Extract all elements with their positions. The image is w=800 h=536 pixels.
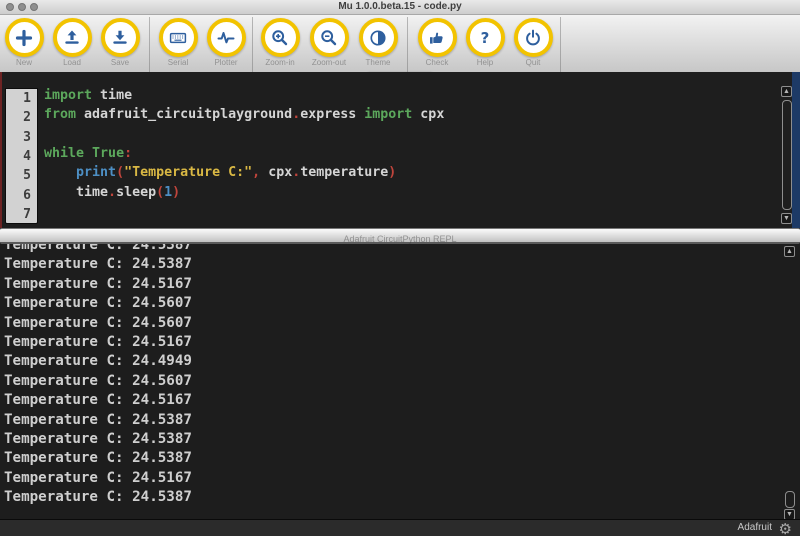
console-line: Temperature C: 24.5167: [4, 469, 780, 488]
console-line: Temperature C: 24.5387: [4, 430, 780, 449]
zoom-out-icon: [320, 29, 338, 47]
zoom-in-button-label: Zoom-in: [258, 58, 302, 67]
quit-button[interactable]: Quit: [511, 18, 555, 72]
editor-scroll-up-icon[interactable]: ▲: [781, 86, 792, 97]
pulse-icon: [217, 29, 235, 47]
console-scrollbar-thumb[interactable]: [785, 491, 795, 508]
editor-scroll-down-icon[interactable]: ▼: [781, 213, 792, 224]
serial-console[interactable]: Temperature C: 24.5387Temperature C: 24.…: [0, 244, 800, 519]
mode-label: Adafruit: [738, 522, 772, 533]
console-line: Temperature C: 24.5607: [4, 294, 780, 313]
check-button[interactable]: Check: [415, 18, 459, 72]
plotter-button[interactable]: Plotter: [204, 18, 248, 72]
console-line: Temperature C: 24.5387: [4, 488, 780, 507]
upload-icon: [63, 29, 81, 47]
console-line: Temperature C: 24.5167: [4, 275, 780, 294]
check-button-label: Check: [415, 58, 459, 67]
console-line: Temperature C: 24.5387: [4, 411, 780, 430]
zoom-out-button-label: Zoom-out: [307, 58, 351, 67]
console-line: Temperature C: 24.5167: [4, 333, 780, 352]
line-number: 2: [6, 108, 37, 127]
statusbar: Adafruit ⚙: [0, 519, 800, 536]
thumbs-up-icon: [428, 29, 446, 47]
toolbar-separator: [560, 17, 561, 72]
theme-button[interactable]: Theme: [356, 18, 400, 72]
line-number: 1: [6, 89, 37, 108]
zoom-in-button[interactable]: Zoom-in: [258, 18, 302, 72]
contrast-icon: [369, 29, 387, 47]
code-line: time.sleep(1): [44, 183, 780, 202]
gear-icon[interactable]: ⚙: [779, 520, 792, 536]
keyboard-icon: [169, 29, 187, 47]
code-line: from adafruit_circuitplayground.express …: [44, 105, 780, 124]
code-line: [44, 125, 780, 144]
console-line: Temperature C: 24.5167: [4, 391, 780, 410]
help-button-label: Help: [463, 58, 507, 67]
toolbar-separator: [149, 17, 150, 72]
quit-button-label: Quit: [511, 58, 555, 67]
console-line: Temperature C: 24.5607: [4, 314, 780, 333]
code-text[interactable]: import timefrom adafruit_circuitplaygrou…: [44, 86, 780, 221]
editor-right-edge: [792, 72, 800, 228]
splitter-label: Adafruit CircuitPython REPL: [343, 234, 456, 244]
console-scroll-down-icon[interactable]: ▼: [784, 509, 795, 519]
zoom-in-icon: [271, 29, 289, 47]
load-button-label: Load: [50, 58, 94, 67]
plus-icon: [15, 29, 33, 47]
line-number: 7: [6, 205, 37, 224]
code-line: [44, 202, 780, 221]
pane-splitter[interactable]: Adafruit CircuitPython REPL: [0, 228, 800, 244]
console-line: Temperature C: 24.5387: [4, 244, 780, 255]
help-button[interactable]: ? Help: [463, 18, 507, 72]
console-scroll-up-icon[interactable]: ▲: [784, 246, 795, 257]
code-line: while True:: [44, 144, 780, 163]
question-icon: ?: [481, 29, 490, 47]
zoom-out-button[interactable]: Zoom-out: [307, 18, 351, 72]
power-icon: [524, 29, 542, 47]
window-title: Mu 1.0.0.beta.15 - code.py: [0, 1, 800, 12]
serial-button-label: Serial: [156, 58, 200, 67]
toolbar-separator: [407, 17, 408, 72]
save-button[interactable]: Save: [98, 18, 142, 72]
load-button[interactable]: Load: [50, 18, 94, 72]
console-line: Temperature C: 24.5387: [4, 255, 780, 274]
download-icon: [111, 29, 129, 47]
editor-scrollbar-thumb[interactable]: [782, 100, 792, 210]
theme-button-label: Theme: [356, 58, 400, 67]
serial-button[interactable]: Serial: [156, 18, 200, 72]
line-number: 5: [6, 166, 37, 185]
code-line: print("Temperature C:", cpx.temperature): [44, 163, 780, 182]
plotter-button-label: Plotter: [204, 58, 248, 67]
new-button-label: New: [2, 58, 46, 67]
new-button[interactable]: New: [2, 18, 46, 72]
console-line: Temperature C: 24.5607: [4, 372, 780, 391]
code-line: import time: [44, 86, 780, 105]
line-number: 6: [6, 186, 37, 205]
console-output: Temperature C: 24.5387Temperature C: 24.…: [4, 244, 780, 507]
line-number: 4: [6, 147, 37, 166]
code-editor[interactable]: 1234567 import timefrom adafruit_circuit…: [0, 72, 800, 228]
console-line: Temperature C: 24.4949: [4, 352, 780, 371]
console-line: Temperature C: 24.5387: [4, 449, 780, 468]
line-number-gutter: 1234567: [5, 88, 38, 224]
toolbar-separator: [252, 17, 253, 72]
line-number: 3: [6, 128, 37, 147]
editor-left-edge: [0, 72, 2, 228]
mu-editor-window: Mu 1.0.0.beta.15 - code.py New Load Save Se…: [0, 0, 800, 536]
titlebar: Mu 1.0.0.beta.15 - code.py: [0, 0, 800, 15]
toolbar: New Load Save Serial Plotter Zoom-in Zoom-out T…: [0, 15, 800, 73]
save-button-label: Save: [98, 58, 142, 67]
